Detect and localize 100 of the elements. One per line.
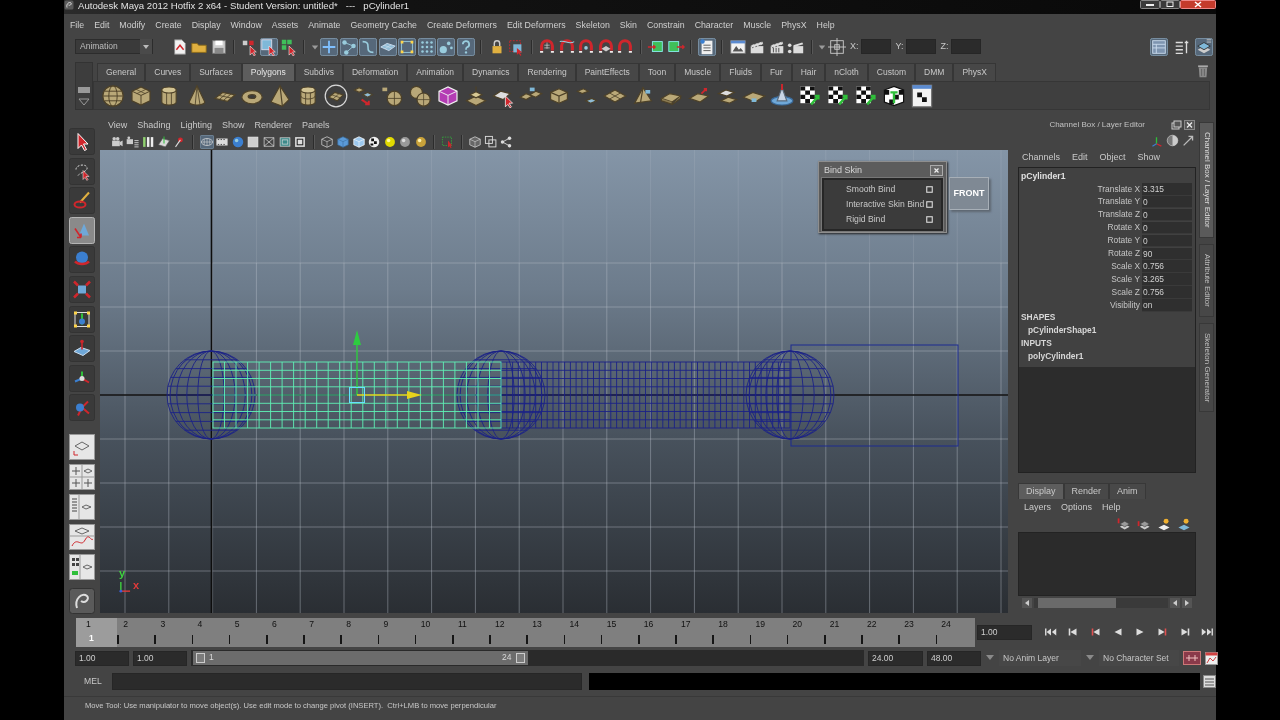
four-pane-icon[interactable] — [69, 463, 95, 490]
document-list-icon[interactable] — [697, 37, 716, 56]
grid-oval-icon[interactable] — [199, 135, 214, 149]
checker-ball-icon[interactable] — [367, 135, 382, 149]
wire-cube-icon[interactable] — [320, 135, 335, 149]
coordinate-field[interactable] — [906, 39, 937, 54]
side-tab[interactable]: Channel Box / Layer Editor — [1199, 122, 1214, 238]
coordinate-field[interactable] — [951, 39, 982, 54]
channel-value[interactable]: 0 — [1142, 208, 1192, 222]
channel-name[interactable]: Scale Z — [1019, 287, 1142, 298]
crossed-box-icon[interactable] — [261, 135, 276, 149]
shelf-tab[interactable]: PaintEffects — [575, 63, 639, 81]
channel-name[interactable]: Translate Y — [1019, 197, 1142, 208]
menu-set-dropdown[interactable]: Animation — [75, 39, 153, 54]
shelf-tab[interactable]: PhysX — [953, 63, 996, 81]
menu-item[interactable]: Edit Deformers — [506, 19, 566, 31]
crosshair-icon[interactable] — [320, 37, 338, 56]
layer-tab[interactable]: Display — [1018, 483, 1064, 499]
camera-icon[interactable] — [110, 135, 124, 149]
menu-item[interactable]: Lighting — [180, 120, 212, 131]
shelf-tab[interactable]: Dynamics — [463, 63, 519, 81]
shelf-tab[interactable]: DMM — [915, 63, 954, 81]
option-box-icon[interactable] — [926, 186, 933, 193]
menu-item[interactable]: Options — [1061, 501, 1093, 513]
close-icon[interactable] — [1180, 0, 1216, 9]
paint-brush-icon[interactable] — [69, 187, 95, 215]
graph-pane-icon[interactable] — [69, 523, 95, 550]
shelf-tab[interactable]: Surfaces — [190, 63, 242, 81]
overlapping-squares-icon[interactable] — [1171, 120, 1182, 130]
playback-start-field[interactable]: 1.00 — [133, 650, 187, 666]
particles-icon[interactable] — [437, 37, 455, 56]
box-vertices-icon[interactable] — [398, 37, 416, 56]
shelf-tab[interactable]: Curves — [145, 63, 191, 81]
node-name[interactable]: polyCylinder1 — [1019, 352, 1084, 362]
checker-arrow-icon[interactable] — [854, 83, 879, 108]
checker-arrow-icon[interactable] — [826, 83, 851, 108]
menu-item[interactable]: Create Deformers — [427, 19, 497, 31]
cube-outline-icon[interactable] — [468, 135, 483, 149]
menu-item[interactable]: Skeleton — [575, 19, 610, 31]
menu-item[interactable]: Show — [221, 120, 245, 131]
layer-tab[interactable]: Anim — [1109, 483, 1146, 499]
shelf-tab[interactable]: General — [97, 63, 146, 81]
view-cube[interactable]: FRONT — [949, 177, 989, 210]
rectangle-icon[interactable] — [77, 85, 91, 95]
side-tab[interactable]: Attribute Editor — [1199, 243, 1214, 317]
menu-item[interactable]: Show — [1137, 151, 1161, 163]
channel-name[interactable]: Rotate Y — [1019, 236, 1142, 246]
scrollbar-thumb[interactable] — [1038, 597, 1116, 608]
camera-list-icon[interactable] — [125, 135, 140, 149]
channel-name[interactable]: Translate X — [1019, 184, 1142, 195]
framed-box-icon[interactable] — [277, 135, 292, 149]
nodes-icon[interactable] — [499, 135, 514, 149]
node-name[interactable]: pCylinderShape1 — [1019, 326, 1097, 336]
shelf-tab[interactable]: Polygons — [241, 63, 295, 81]
nested-frame-icon[interactable] — [293, 135, 308, 149]
skip-end-icon[interactable] — [1200, 626, 1215, 638]
scroll-right-icon[interactable] — [1182, 597, 1192, 608]
menu-item[interactable]: Display — [191, 19, 221, 31]
shelf-tab[interactable]: Rendering — [518, 63, 576, 81]
menu-item[interactable]: Renderer — [254, 120, 292, 131]
channel-value[interactable]: 0 — [1142, 221, 1192, 235]
two-spheres-icon[interactable] — [407, 83, 432, 108]
close-icon[interactable] — [930, 164, 943, 176]
panel-icon[interactable] — [1150, 37, 1168, 56]
sphere-ring-icon[interactable] — [69, 246, 95, 274]
channel-name[interactable]: Scale Y — [1019, 274, 1142, 285]
channel-value[interactable]: 0.756 — [1142, 260, 1192, 273]
shelf-tab[interactable]: Toon — [638, 63, 676, 81]
node-path-icon[interactable] — [339, 37, 358, 56]
scroll-left-icon[interactable] — [1022, 597, 1032, 608]
end-time-field[interactable]: 48.00 — [927, 650, 981, 666]
single-pane-icon[interactable] — [69, 433, 95, 460]
matte-sphere-icon[interactable] — [398, 135, 413, 149]
shelf-tab[interactable]: Deformation — [342, 63, 408, 81]
lasso-cursor-icon[interactable] — [69, 157, 95, 185]
question-mark-icon[interactable] — [456, 37, 475, 56]
swatch-pane-icon[interactable] — [69, 553, 95, 580]
menu-item[interactable]: Constrain — [646, 19, 685, 31]
channel-name[interactable]: Rotate X — [1019, 223, 1142, 233]
point-magnet-icon[interactable] — [577, 37, 595, 56]
plane-magnet-icon[interactable] — [596, 37, 615, 56]
sphere-icon[interactable] — [101, 83, 125, 108]
double-square-icon[interactable] — [483, 135, 498, 149]
glowing-sphere-icon[interactable] — [382, 135, 397, 149]
start-time-field[interactable]: 1.00 — [75, 650, 129, 666]
layer-dot-icon[interactable] — [1157, 516, 1171, 531]
side-tab[interactable]: Skeleton Generator — [1199, 322, 1214, 412]
current-time-field[interactable]: 1.00 — [977, 624, 1032, 640]
curve-icon[interactable] — [359, 37, 377, 56]
menu-item[interactable]: Help — [816, 19, 835, 31]
menu-item[interactable]: Window — [230, 19, 262, 31]
checker-arrow-icon[interactable] — [798, 83, 823, 108]
channel-name[interactable]: Translate Z — [1019, 210, 1142, 220]
option-box-icon[interactable] — [926, 201, 933, 208]
trash-icon[interactable] — [1196, 63, 1210, 79]
menu-item[interactable]: Panels — [301, 120, 330, 131]
bars-icon[interactable] — [141, 135, 156, 149]
menu-item[interactable]: Shading — [137, 120, 171, 131]
arrow-icon[interactable] — [1182, 134, 1195, 147]
maximize-icon[interactable] — [1160, 0, 1180, 9]
